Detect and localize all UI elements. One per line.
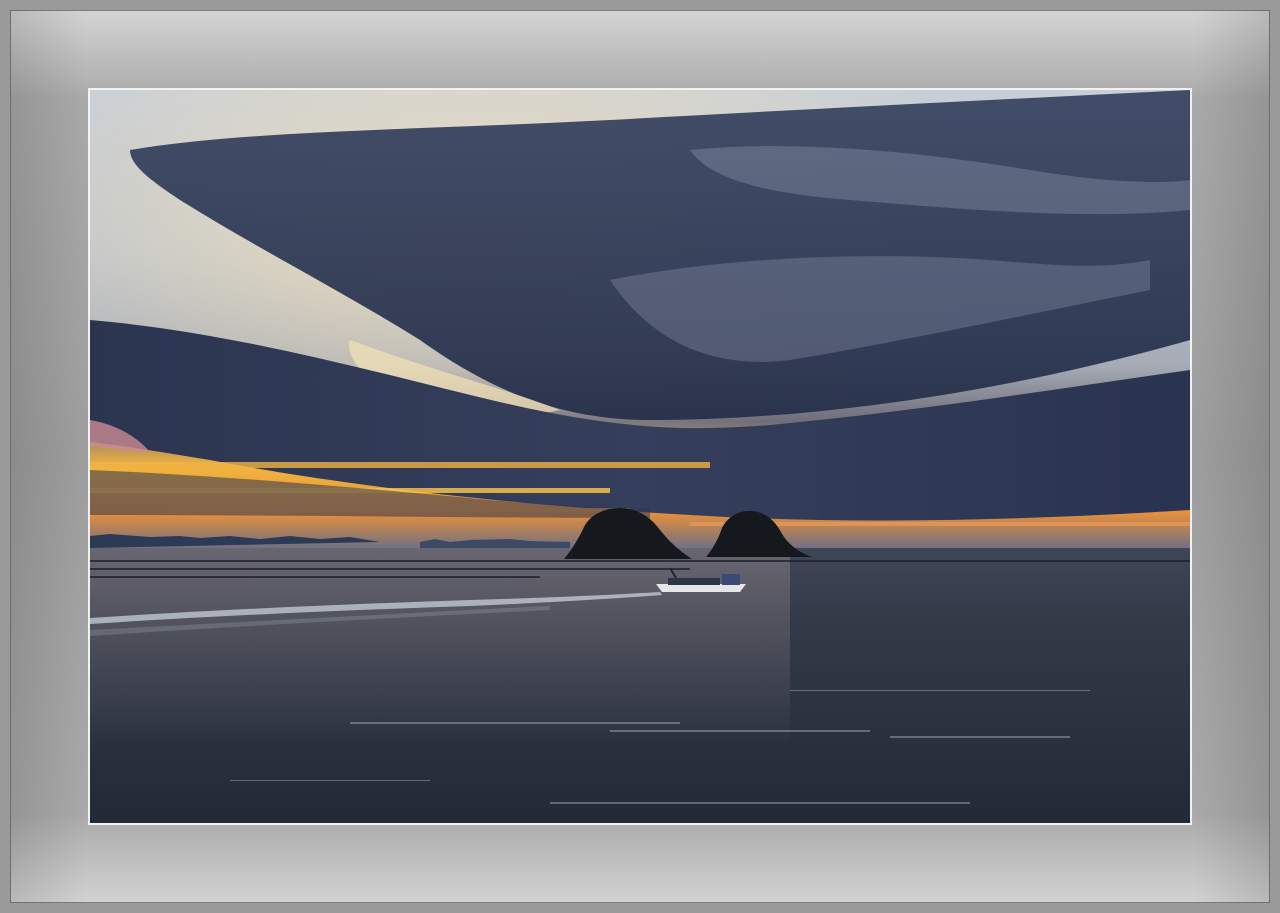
gold-streak-1 xyxy=(90,462,710,468)
photograph xyxy=(90,90,1190,823)
seascape-image xyxy=(90,90,1190,823)
